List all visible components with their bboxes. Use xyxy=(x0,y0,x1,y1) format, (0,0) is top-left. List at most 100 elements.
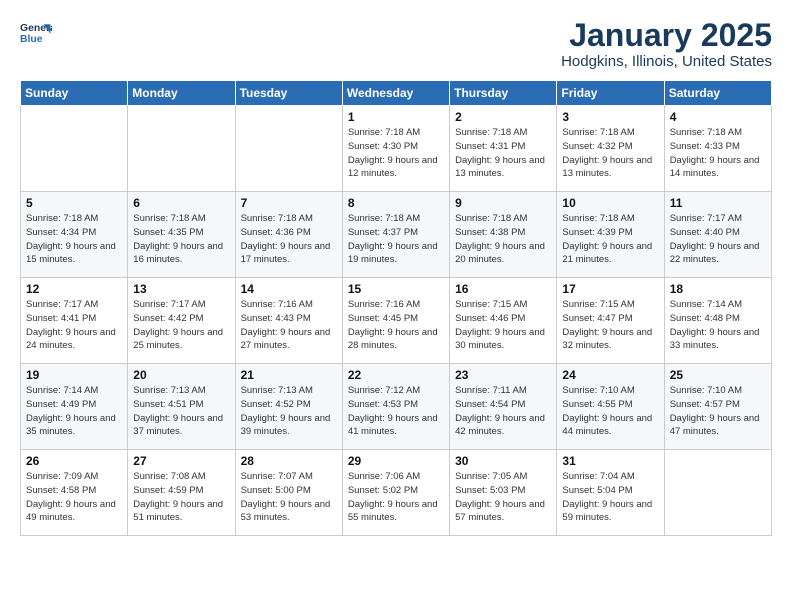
col-wednesday: Wednesday xyxy=(342,81,449,106)
day-cell: 3 Sunrise: 7:18 AM Sunset: 4:32 PM Daylig… xyxy=(557,106,664,192)
day-cell: 13 Sunrise: 7:17 AM Sunset: 4:42 PM Dayli… xyxy=(128,278,235,364)
day-cell: 28Sunrise: 7:07 AM Sunset: 5:00 PM Dayli… xyxy=(235,450,342,536)
day-number: 31 xyxy=(562,454,658,468)
day-number: 4 xyxy=(670,110,766,124)
col-tuesday: Tuesday xyxy=(235,81,342,106)
day-detail: Sunrise: 7:18 AM Sunset: 4:33 PM Dayligh… xyxy=(670,126,766,181)
day-number: 28 xyxy=(241,454,337,468)
day-detail: Sunrise: 7:10 AM Sunset: 4:55 PM Dayligh… xyxy=(562,384,658,439)
day-cell: 2 Sunrise: 7:18 AM Sunset: 4:31 PM Daylig… xyxy=(450,106,557,192)
day-number: 20 xyxy=(133,368,229,382)
day-cell: 8Sunrise: 7:18 AM Sunset: 4:37 PM Daylig… xyxy=(342,192,449,278)
day-cell: 22 Sunrise: 7:12 AM Sunset: 4:53 PM Dayli… xyxy=(342,364,449,450)
svg-text:Blue: Blue xyxy=(20,34,43,45)
day-number: 21 xyxy=(241,368,337,382)
day-cell: 5 Sunrise: 7:18 AM Sunset: 4:34 PM Daylig… xyxy=(21,192,128,278)
day-detail: Sunrise: 7:18 AM Sunset: 4:39 PM Dayligh… xyxy=(562,212,658,267)
day-number: 12 xyxy=(26,282,122,296)
header-row: Sunday Monday Tuesday Wednesday Thursday… xyxy=(21,81,772,106)
day-number: 9 xyxy=(455,196,551,210)
day-cell: 19 Sunrise: 7:14 AM Sunset: 4:49 PM Dayli… xyxy=(21,364,128,450)
day-detail: Sunrise: 7:10 AM Sunset: 4:57 PM Dayligh… xyxy=(670,384,766,439)
day-cell: 4 Sunrise: 7:18 AM Sunset: 4:33 PM Daylig… xyxy=(664,106,771,192)
day-detail: Sunrise: 7:06 AM Sunset: 5:02 PM Dayligh… xyxy=(348,470,444,525)
day-cell: 26 Sunrise: 7:09 AM Sunset: 4:58 PM Dayli… xyxy=(21,450,128,536)
calendar-title: January 2025 xyxy=(561,18,772,53)
day-cell: 18 Sunrise: 7:14 AM Sunset: 4:48 PM Dayli… xyxy=(664,278,771,364)
day-number: 19 xyxy=(26,368,122,382)
day-cell: 27 Sunrise: 7:08 AM Sunset: 4:59 PM Dayli… xyxy=(128,450,235,536)
day-number: 7 xyxy=(241,196,337,210)
day-cell xyxy=(21,106,128,192)
day-number: 29 xyxy=(348,454,444,468)
day-cell: 30Sunrise: 7:05 AM Sunset: 5:03 PM Dayli… xyxy=(450,450,557,536)
day-cell: 21 Sunrise: 7:13 AM Sunset: 4:52 PM Dayli… xyxy=(235,364,342,450)
day-number: 14 xyxy=(241,282,337,296)
day-number: 2 xyxy=(455,110,551,124)
day-number: 27 xyxy=(133,454,229,468)
day-cell: 29 Sunrise: 7:06 AM Sunset: 5:02 PM Dayli… xyxy=(342,450,449,536)
day-detail: Sunrise: 7:17 AM Sunset: 4:40 PM Dayligh… xyxy=(670,212,766,267)
day-detail: Sunrise: 7:14 AM Sunset: 4:48 PM Dayligh… xyxy=(670,298,766,353)
day-detail: Sunrise: 7:13 AM Sunset: 4:52 PM Dayligh… xyxy=(241,384,337,439)
day-cell: 25 Sunrise: 7:10 AM Sunset: 4:57 PM Dayli… xyxy=(664,364,771,450)
day-number: 3 xyxy=(562,110,658,124)
day-detail: Sunrise: 7:14 AM Sunset: 4:49 PM Dayligh… xyxy=(26,384,122,439)
title-block: January 2025 Hodgkins, Illinois, United … xyxy=(561,18,772,70)
day-detail: Sunrise: 7:18 AM Sunset: 4:35 PM Dayligh… xyxy=(133,212,229,267)
day-number: 5 xyxy=(26,196,122,210)
day-detail: Sunrise: 7:12 AM Sunset: 4:53 PM Dayligh… xyxy=(348,384,444,439)
day-detail: Sunrise: 7:16 AM Sunset: 4:45 PM Dayligh… xyxy=(348,298,444,353)
day-number: 10 xyxy=(562,196,658,210)
day-cell xyxy=(235,106,342,192)
day-detail: Sunrise: 7:18 AM Sunset: 4:34 PM Dayligh… xyxy=(26,212,122,267)
day-detail: Sunrise: 7:18 AM Sunset: 4:31 PM Dayligh… xyxy=(455,126,551,181)
day-detail: Sunrise: 7:11 AM Sunset: 4:54 PM Dayligh… xyxy=(455,384,551,439)
col-thursday: Thursday xyxy=(450,81,557,106)
day-detail: Sunrise: 7:18 AM Sunset: 4:37 PM Dayligh… xyxy=(348,212,444,267)
header: General Blue January 2025 Hodgkins, Illi… xyxy=(20,18,772,70)
day-number: 1 xyxy=(348,110,444,124)
day-number: 24 xyxy=(562,368,658,382)
day-detail: Sunrise: 7:17 AM Sunset: 4:42 PM Dayligh… xyxy=(133,298,229,353)
logo-icon: General Blue xyxy=(20,18,52,50)
day-cell: 16Sunrise: 7:15 AM Sunset: 4:46 PM Dayli… xyxy=(450,278,557,364)
day-number: 26 xyxy=(26,454,122,468)
week-row-4: 19 Sunrise: 7:14 AM Sunset: 4:49 PM Dayli… xyxy=(21,364,772,450)
week-row-2: 5 Sunrise: 7:18 AM Sunset: 4:34 PM Daylig… xyxy=(21,192,772,278)
day-cell: 12 Sunrise: 7:17 AM Sunset: 4:41 PM Dayli… xyxy=(21,278,128,364)
day-cell: 7 Sunrise: 7:18 AM Sunset: 4:36 PM Daylig… xyxy=(235,192,342,278)
day-number: 25 xyxy=(670,368,766,382)
day-cell: 31 Sunrise: 7:04 AM Sunset: 5:04 PM Dayli… xyxy=(557,450,664,536)
col-saturday: Saturday xyxy=(664,81,771,106)
day-number: 6 xyxy=(133,196,229,210)
logo: General Blue xyxy=(20,18,56,50)
day-cell: 17Sunrise: 7:15 AM Sunset: 4:47 PM Dayli… xyxy=(557,278,664,364)
day-detail: Sunrise: 7:15 AM Sunset: 4:47 PM Dayligh… xyxy=(562,298,658,353)
col-monday: Monday xyxy=(128,81,235,106)
day-cell xyxy=(664,450,771,536)
day-cell: 1Sunrise: 7:18 AM Sunset: 4:30 PM Daylig… xyxy=(342,106,449,192)
day-number: 18 xyxy=(670,282,766,296)
day-cell: 14Sunrise: 7:16 AM Sunset: 4:43 PM Dayli… xyxy=(235,278,342,364)
day-detail: Sunrise: 7:04 AM Sunset: 5:04 PM Dayligh… xyxy=(562,470,658,525)
day-cell: 11 Sunrise: 7:17 AM Sunset: 4:40 PM Dayli… xyxy=(664,192,771,278)
day-detail: Sunrise: 7:18 AM Sunset: 4:38 PM Dayligh… xyxy=(455,212,551,267)
day-detail: Sunrise: 7:18 AM Sunset: 4:32 PM Dayligh… xyxy=(562,126,658,181)
day-detail: Sunrise: 7:09 AM Sunset: 4:58 PM Dayligh… xyxy=(26,470,122,525)
day-detail: Sunrise: 7:18 AM Sunset: 4:36 PM Dayligh… xyxy=(241,212,337,267)
day-detail: Sunrise: 7:08 AM Sunset: 4:59 PM Dayligh… xyxy=(133,470,229,525)
day-number: 11 xyxy=(670,196,766,210)
day-number: 15 xyxy=(348,282,444,296)
day-number: 23 xyxy=(455,368,551,382)
day-cell: 15 Sunrise: 7:16 AM Sunset: 4:45 PM Dayli… xyxy=(342,278,449,364)
calendar-subtitle: Hodgkins, Illinois, United States xyxy=(561,53,772,70)
day-number: 13 xyxy=(133,282,229,296)
day-detail: Sunrise: 7:17 AM Sunset: 4:41 PM Dayligh… xyxy=(26,298,122,353)
col-sunday: Sunday xyxy=(21,81,128,106)
day-cell: 10 Sunrise: 7:18 AM Sunset: 4:39 PM Dayli… xyxy=(557,192,664,278)
week-row-5: 26 Sunrise: 7:09 AM Sunset: 4:58 PM Dayli… xyxy=(21,450,772,536)
week-row-1: 1Sunrise: 7:18 AM Sunset: 4:30 PM Daylig… xyxy=(21,106,772,192)
day-cell: 20Sunrise: 7:13 AM Sunset: 4:51 PM Dayli… xyxy=(128,364,235,450)
day-number: 22 xyxy=(348,368,444,382)
